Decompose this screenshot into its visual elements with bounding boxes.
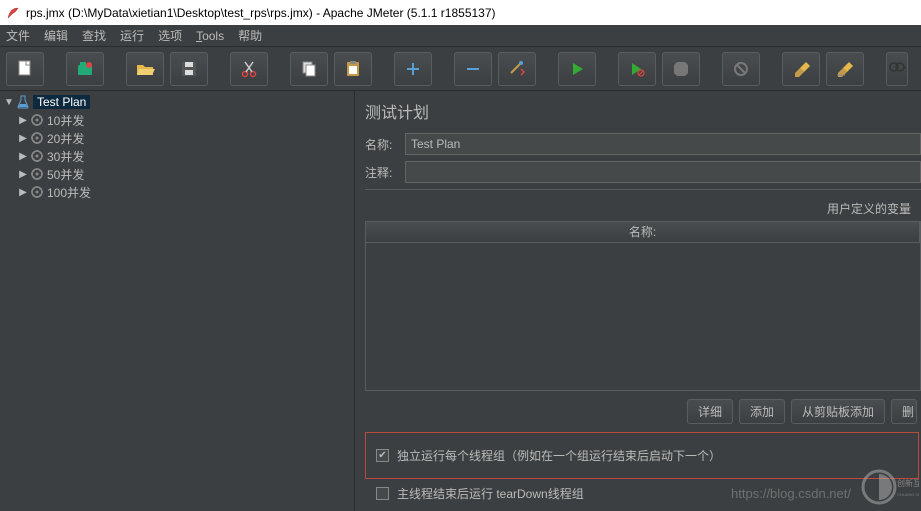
checkbox-icon[interactable] bbox=[376, 449, 389, 462]
vars-table-body[interactable] bbox=[365, 243, 921, 391]
window-titlebar: rps.jmx (D:\MyData\xietian1\Desktop\test… bbox=[0, 0, 921, 25]
start-no-timers-button[interactable] bbox=[618, 52, 656, 86]
menu-search[interactable]: 查找 bbox=[82, 27, 106, 44]
panel-heading: 测试计划 bbox=[365, 99, 921, 123]
tree-item-20[interactable]: ▶ 20并发 bbox=[0, 129, 354, 147]
comment-label: 注释: bbox=[365, 164, 405, 181]
run-serial-label: 独立运行每个线程组（例如在一个组运行结束后启动下一个） bbox=[397, 447, 721, 464]
checkbox-icon[interactable] bbox=[376, 487, 389, 500]
tree-item-50[interactable]: ▶ 50并发 bbox=[0, 165, 354, 183]
delete-button[interactable]: 删 bbox=[891, 399, 917, 424]
menu-bar: 文件 编辑 查找 运行 选项 Tools 帮助 bbox=[0, 25, 921, 47]
start-button[interactable] bbox=[558, 52, 596, 86]
toggle-button[interactable] bbox=[498, 52, 536, 86]
teardown-label: 主线程结束后运行 tearDown线程组 bbox=[397, 485, 584, 502]
expander-icon[interactable]: ▶ bbox=[18, 133, 28, 144]
col-name: 名称: bbox=[366, 222, 920, 242]
tree-item-label: 50并发 bbox=[47, 166, 84, 183]
expand-button[interactable] bbox=[394, 52, 432, 86]
editor-panel: 测试计划 名称: 注释: 用户定义的变量 名称: 详细 添加 从剪贴板添加 删 … bbox=[355, 91, 921, 511]
menu-options[interactable]: 选项 bbox=[158, 27, 182, 44]
toolbar bbox=[0, 47, 921, 91]
threadgroup-icon bbox=[30, 113, 44, 127]
templates-button[interactable] bbox=[66, 52, 104, 86]
expander-icon[interactable]: ▶ bbox=[18, 115, 28, 126]
tree-item-10[interactable]: ▶ 10并发 bbox=[0, 111, 354, 129]
shutdown-button[interactable] bbox=[722, 52, 760, 86]
expander-icon[interactable]: ▶ bbox=[18, 169, 28, 180]
cut-button[interactable] bbox=[230, 52, 268, 86]
comment-input[interactable] bbox=[405, 161, 921, 183]
tree-item-label: 10并发 bbox=[47, 112, 84, 129]
save-button[interactable] bbox=[170, 52, 208, 86]
name-label: 名称: bbox=[365, 136, 405, 153]
from-clipboard-button[interactable]: 从剪贴板添加 bbox=[791, 399, 885, 424]
svg-text:CHUANG XIN HU LIAN: CHUANG XIN HU LIAN bbox=[897, 492, 919, 497]
detail-button[interactable]: 详细 bbox=[687, 399, 733, 424]
add-button[interactable]: 添加 bbox=[739, 399, 785, 424]
tree-root-label: Test Plan bbox=[33, 95, 90, 109]
menu-help[interactable]: 帮助 bbox=[238, 27, 262, 44]
threadgroup-icon bbox=[30, 149, 44, 163]
window-title: rps.jmx (D:\MyData\xietian1\Desktop\test… bbox=[26, 6, 496, 20]
paste-button[interactable] bbox=[334, 52, 372, 86]
stop-button[interactable] bbox=[662, 52, 700, 86]
menu-tools[interactable]: Tools bbox=[196, 29, 224, 43]
clear-all-button[interactable] bbox=[826, 52, 864, 86]
threadgroup-icon bbox=[30, 131, 44, 145]
threadgroup-icon bbox=[30, 167, 44, 181]
expander-icon[interactable]: ▶ bbox=[18, 187, 28, 198]
testplan-icon bbox=[16, 95, 30, 109]
tree-item-label: 30并发 bbox=[47, 148, 84, 165]
search-button[interactable] bbox=[886, 52, 908, 86]
highlighted-option-box: 独立运行每个线程组（例如在一个组运行结束后启动下一个） bbox=[365, 432, 919, 479]
new-button[interactable] bbox=[6, 52, 44, 86]
tree-item-label: 100并发 bbox=[47, 184, 91, 201]
name-input[interactable] bbox=[405, 133, 921, 155]
clear-button[interactable] bbox=[782, 52, 820, 86]
menu-run[interactable]: 运行 bbox=[120, 27, 144, 44]
menu-file[interactable]: 文件 bbox=[6, 27, 30, 44]
vars-table-header: 名称: bbox=[365, 221, 921, 243]
expander-icon[interactable]: ▼ bbox=[4, 97, 14, 108]
collapse-button[interactable] bbox=[454, 52, 492, 86]
tree-item-100[interactable]: ▶ 100并发 bbox=[0, 183, 354, 201]
jmeter-icon bbox=[6, 6, 20, 20]
test-plan-tree[interactable]: ▼ Test Plan ▶ 10并发 ▶ 20并发 ▶ 30并发 ▶ 50并发 … bbox=[0, 91, 355, 511]
watermark-text: https://blog.csdn.net/ bbox=[731, 486, 851, 501]
tree-item-label: 20并发 bbox=[47, 130, 84, 147]
menu-edit[interactable]: 编辑 bbox=[44, 27, 68, 44]
copy-button[interactable] bbox=[290, 52, 328, 86]
watermark-logo: 创新互联 CHUANG XIN HU LIAN bbox=[859, 466, 919, 508]
run-serial-option[interactable]: 独立运行每个线程组（例如在一个组运行结束后启动下一个） bbox=[376, 447, 908, 464]
open-button[interactable] bbox=[126, 52, 164, 86]
expander-icon[interactable]: ▶ bbox=[18, 151, 28, 162]
threadgroup-icon bbox=[30, 185, 44, 199]
tree-item-30[interactable]: ▶ 30并发 bbox=[0, 147, 354, 165]
vars-heading: 用户定义的变量 bbox=[365, 200, 921, 217]
svg-text:创新互联: 创新互联 bbox=[897, 478, 919, 488]
tree-root[interactable]: ▼ Test Plan bbox=[0, 93, 354, 111]
